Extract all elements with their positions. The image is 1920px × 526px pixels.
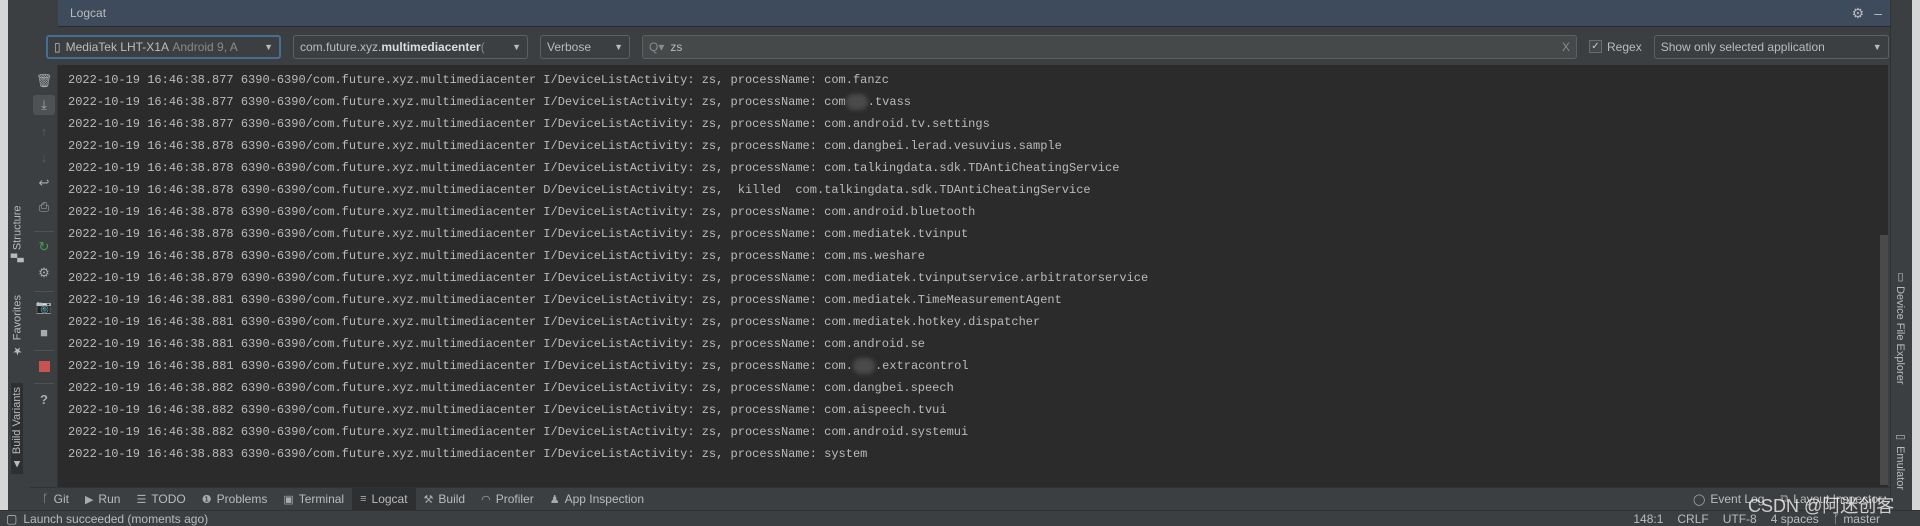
tab-run[interactable]: ▶ Run (77, 488, 128, 511)
log-line: 2022-10-19 16:46:38.878 6390-6390/com.fu… (68, 161, 1120, 175)
android-icon: ▲ (11, 458, 23, 471)
trash-icon[interactable]: 🗑 (33, 71, 55, 91)
help-icon[interactable]: ? (33, 389, 55, 409)
soft-wrap-icon[interactable]: ↩ (33, 173, 55, 193)
phone-icon: ▯ (54, 39, 61, 54)
app-inspection-icon: ♟ (549, 493, 560, 506)
left-tool-strip: ▞ Structure ★ Favorites ▲ Build Variants (8, 65, 30, 487)
terminal-icon: ▣ (283, 493, 294, 506)
log-line: 2022-10-19 16:46:38.877 6390-6390/com.fu… (68, 93, 911, 110)
filter-selector[interactable]: Show only selected application ▼ (1653, 34, 1889, 59)
screen-record-icon[interactable]: ■ (33, 322, 55, 342)
watermark: CSDN @阿迷创客 (1748, 496, 1895, 516)
structure-icon: ▞ (12, 253, 24, 263)
scroll-to-end-icon[interactable]: ⤓ (33, 95, 55, 115)
tab-build[interactable]: ⚒ Build (416, 488, 474, 511)
git-icon: ᚴ (42, 493, 49, 505)
divider (34, 350, 54, 351)
tab-device-file-explorer[interactable]: ▯ Device File Explorer (1894, 270, 1907, 384)
log-line: 2022-10-19 16:46:38.878 6390-6390/com.fu… (68, 183, 1091, 197)
settings-icon[interactable]: ⚙ (33, 263, 55, 283)
restart-icon[interactable]: ↻ (33, 237, 55, 257)
checkmark-icon: ✓ (1589, 40, 1602, 53)
tab-git[interactable]: ᚴ Git (34, 488, 77, 511)
logcat-toolbar: ▯ MediaTek LHT-X1A Android 9, A ▼ com.fu… (38, 28, 1890, 65)
minimize-icon[interactable]: – (1874, 5, 1882, 22)
arrow-down-icon[interactable]: ↓ (33, 147, 55, 167)
right-tool-strip: ▯ Device File Explorer ▭ Emulator (1890, 0, 1912, 526)
log-line: 2022-10-19 16:46:38.881 6390-6390/com.fu… (68, 357, 969, 374)
status-bar: ▢ Launch succeeded (moments ago) 148:1 C… (0, 510, 1920, 526)
tab-favorites[interactable]: ★ Favorites (11, 295, 25, 358)
star-icon: ★ (12, 344, 24, 358)
search-input[interactable]: Q▾ zs X (642, 34, 1577, 59)
device-icon: ▯ (1894, 270, 1906, 287)
chevron-down-icon: ▼ (512, 41, 521, 52)
log-line: 2022-10-19 16:46:38.878 6390-6390/com.fu… (68, 139, 1062, 153)
tab-todo[interactable]: ☰ TODO (128, 488, 193, 511)
gear-icon[interactable]: ⚙ (1852, 5, 1865, 22)
log-line: 2022-10-19 16:46:38.879 6390-6390/com.fu… (68, 271, 1149, 285)
caret-position[interactable]: 148:1 (1633, 512, 1663, 526)
log-line: 2022-10-19 16:46:38.877 6390-6390/com.fu… (68, 117, 990, 131)
tab-profiler[interactable]: ◠ Profiler (473, 488, 542, 511)
vertical-scrollbar[interactable] (1880, 235, 1888, 485)
chevron-down-icon: ▼ (264, 41, 273, 52)
log-line: 2022-10-19 16:46:38.878 6390-6390/com.fu… (68, 249, 925, 263)
log-line: 2022-10-19 16:46:38.877 6390-6390/com.fu… (68, 73, 889, 87)
device-selector[interactable]: ▯ MediaTek LHT-X1A Android 9, A ▼ (46, 34, 281, 59)
tab-emulator[interactable]: ▭ Emulator (1894, 430, 1907, 490)
stop-icon[interactable] (33, 356, 55, 376)
log-line: 2022-10-19 16:46:38.881 6390-6390/com.fu… (68, 315, 1041, 329)
logcat-actions: 🗑 ⤓ ↑ ↓ ↩ ⎙ ↻ ⚙ 📷 ■ ? (30, 65, 58, 487)
redacted-blur (852, 357, 875, 374)
tab-build-variants[interactable]: ▲ Build Variants (11, 383, 23, 475)
emulator-icon: ▭ (1894, 430, 1906, 447)
divider (34, 231, 54, 232)
log-line: 2022-10-19 16:46:38.881 6390-6390/com.fu… (68, 337, 925, 351)
problems-icon: ❶ (201, 493, 212, 506)
log-line: 2022-10-19 16:46:38.882 6390-6390/com.fu… (68, 403, 947, 417)
redacted-blur (845, 93, 868, 110)
log-output[interactable]: 2022-10-19 16:46:38.877 6390-6390/com.fu… (58, 65, 1888, 487)
log-level-selector[interactable]: Verbose ▼ (540, 34, 630, 59)
logcat-icon: ≡ (360, 493, 367, 505)
logcat-window: Logcat ⚙ – ▯ MediaTek LHT-X1A Android 9,… (8, 0, 1912, 526)
panel-title-bar: Logcat ⚙ – (58, 0, 1890, 27)
log-line: 2022-10-19 16:46:38.882 6390-6390/com.fu… (68, 381, 954, 395)
event-log-icon: ◯ (1693, 493, 1706, 506)
status-icon: ▢ (6, 511, 18, 526)
log-line: 2022-10-19 16:46:38.878 6390-6390/com.fu… (68, 205, 976, 219)
profiler-icon: ◠ (481, 493, 491, 506)
log-line: 2022-10-19 16:46:38.882 6390-6390/com.fu… (68, 425, 969, 439)
chevron-down-icon: ▼ (614, 41, 623, 52)
divider (34, 291, 54, 292)
arrow-up-icon[interactable]: ↑ (33, 121, 55, 141)
search-icon: Q▾ (649, 39, 665, 54)
tab-problems[interactable]: ❶ Problems (194, 488, 276, 511)
build-icon: ⚒ (423, 493, 434, 506)
chevron-down-icon: ▼ (1872, 41, 1882, 52)
line-separator[interactable]: CRLF (1677, 512, 1708, 526)
divider (34, 383, 54, 384)
regex-checkbox[interactable]: ✓ Regex (1589, 40, 1642, 54)
print-icon[interactable]: ⎙ (33, 197, 55, 217)
log-line: 2022-10-19 16:46:38.881 6390-6390/com.fu… (68, 293, 1062, 307)
tab-app-inspection[interactable]: ♟ App Inspection (542, 488, 652, 511)
panel-title: Logcat (70, 6, 107, 20)
log-line: 2022-10-19 16:46:38.878 6390-6390/com.fu… (68, 227, 969, 241)
log-line: 2022-10-19 16:46:38.883 6390-6390/com.fu… (68, 447, 868, 461)
tab-structure[interactable]: ▞ Structure (11, 205, 25, 263)
clear-search-icon[interactable]: X (1562, 40, 1570, 54)
process-selector[interactable]: com.future.xyz. multimediacenter ( ▼ (293, 34, 528, 59)
run-icon: ▶ (84, 493, 94, 506)
todo-icon: ☰ (136, 493, 147, 506)
tab-terminal[interactable]: ▣ Terminal (275, 488, 352, 511)
screenshot-camera-icon[interactable]: 📷 (33, 297, 55, 317)
status-message[interactable]: Launch succeeded (moments ago) (23, 512, 208, 526)
bottom-tool-tabs: ᚴ Git ▶ Run ☰ TODO ❶ Problems ▣ Terminal ≡ Logcat ⚒ B… (30, 487, 1890, 511)
tab-logcat[interactable]: ≡ Logcat (352, 487, 416, 511)
